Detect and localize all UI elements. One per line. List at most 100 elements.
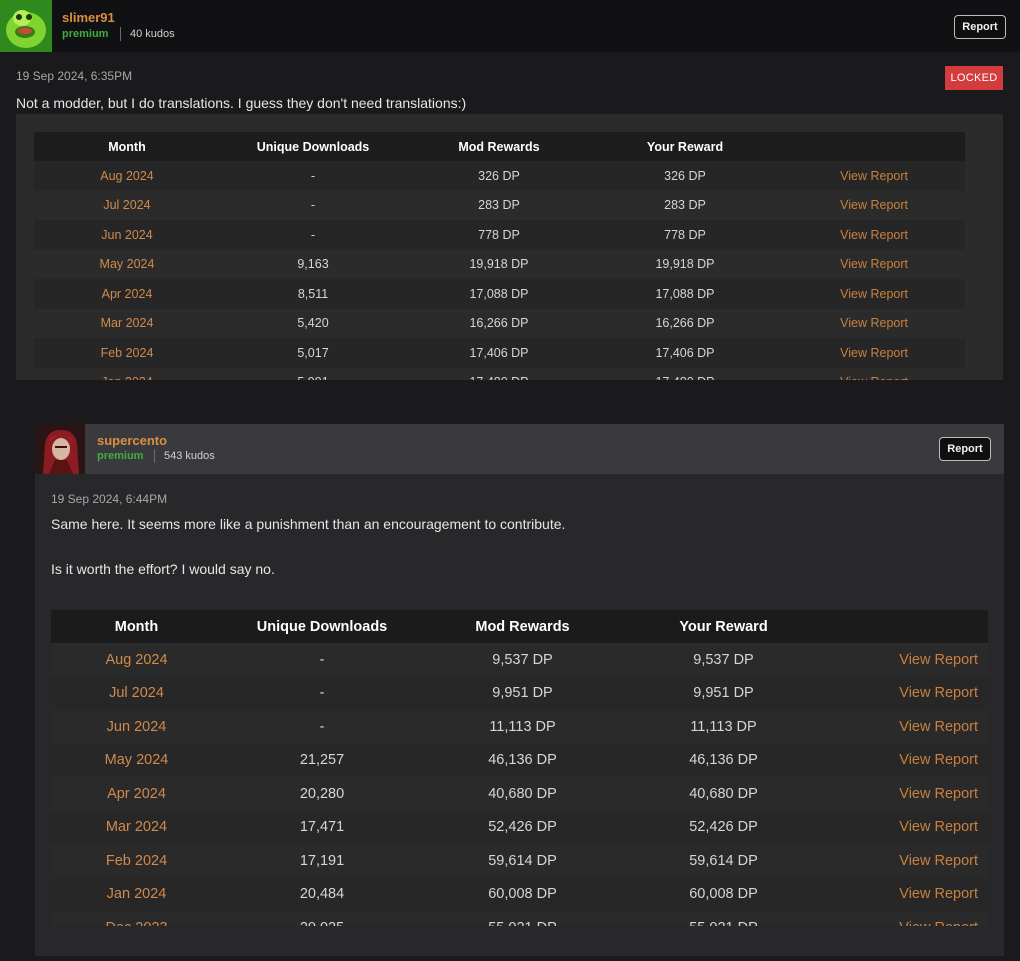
month-cell: Apr 2024 <box>107 785 166 802</box>
post-date: 19 Sep 2024, 6:35PM <box>16 69 133 83</box>
table-cell: 17,191 <box>299 852 345 869</box>
table-row: Apr 2024 20,280 40,680 DP 40,680 DP View Rep… <box>51 777 988 811</box>
post-text: Is it worth the effort? I would say no. <box>51 561 275 577</box>
column-header: Month <box>108 139 146 154</box>
table-cell: 326 DP <box>664 168 706 183</box>
table-row: May 2024 9,163 19,918 DP 19,918 DP View Repo… <box>34 250 965 280</box>
table-cell: 5,017 <box>297 345 329 360</box>
view-report-link[interactable]: View Report <box>778 161 965 191</box>
avatar[interactable] <box>0 0 52 52</box>
table-row: Feb 2024 17,191 59,614 DP 59,614 DP View Rep… <box>51 844 988 878</box>
table-cell: 283 DP <box>664 198 706 213</box>
view-report-link[interactable]: View Report <box>778 191 965 221</box>
table-row: Feb 2024 5,017 17,406 DP 17,406 DP View Repo… <box>34 338 965 368</box>
table-cell: - <box>319 651 325 668</box>
table-cell: 59,614 DP <box>689 852 758 869</box>
divider <box>154 449 155 463</box>
month-cell: Aug 2024 <box>105 651 168 668</box>
table-cell: 55,021 DP <box>623 911 824 926</box>
report-button[interactable]: Report <box>939 437 991 461</box>
view-report-link[interactable]: View Report <box>778 338 965 368</box>
table-cell: 17,471 <box>299 819 345 836</box>
table-cell: 60,008 DP <box>689 886 758 903</box>
premium-badge: premium <box>97 450 144 462</box>
month-cell: Jul 2024 <box>109 685 164 702</box>
view-report-link[interactable]: View Report <box>824 710 988 744</box>
column-header: Mod Rewards <box>475 618 570 635</box>
username[interactable]: supercento <box>97 433 167 448</box>
table-cell: 16,266 DP <box>469 316 529 331</box>
table-cell: 9,537 DP <box>693 651 754 668</box>
table-cell: 5,420 <box>297 316 329 331</box>
view-report-link[interactable]: View Report <box>824 744 988 778</box>
table-cell: 55,021 DP <box>422 911 623 926</box>
table-cell: 60,008 DP <box>488 886 557 903</box>
month-cell: Mar 2024 <box>100 316 154 331</box>
table-cell: - <box>319 718 325 735</box>
table-cell: - <box>319 685 325 702</box>
locked-badge: LOCKED <box>945 66 1003 90</box>
rewards-table: Month Unique Downloads Mod Rewards Your … <box>51 610 988 926</box>
avatar[interactable] <box>35 424 85 474</box>
table-cell: 5,991 <box>220 368 406 380</box>
month-cell: Jun 2024 <box>101 227 153 242</box>
table-cell: 21,257 <box>299 752 345 769</box>
table-cell: 19,918 DP <box>655 257 715 272</box>
table-row: Dec 202320,02555,021 DP55,021 DPView Rep… <box>51 911 988 926</box>
post-text: Not a modder, but I do translations. I g… <box>16 95 467 111</box>
table-row: Apr 2024 8,511 17,088 DP 17,088 DP View Repo… <box>34 279 965 309</box>
table-cell: 17,088 DP <box>655 286 715 301</box>
table-row: Mar 2024 17,471 52,426 DP 52,426 DP View Rep… <box>51 811 988 845</box>
table-cell: 40,680 DP <box>689 785 758 802</box>
table-cell: 17,480 DP <box>592 368 778 380</box>
post-header: slimer91 premium 40 kudos Report <box>0 0 1020 52</box>
view-report-link[interactable]: View Report <box>778 220 965 250</box>
table-row: Aug 2024 - 9,537 DP 9,537 DP View Report <box>51 643 988 677</box>
month-cell: Aug 2024 <box>100 168 154 183</box>
month-cell: Feb 2024 <box>100 345 154 360</box>
column-header <box>824 610 988 643</box>
table-cell: 17,406 DP <box>655 345 715 360</box>
table-cell: - <box>310 198 316 213</box>
table-header-row: Month Unique Downloads Mod Rewards Your … <box>34 132 965 161</box>
column-header: Your Reward <box>646 139 724 154</box>
month-cell: Jan 2024 <box>34 368 220 380</box>
view-report-link[interactable]: View Report <box>824 911 988 926</box>
view-report-link[interactable]: View Report <box>824 777 988 811</box>
month-cell: May 2024 <box>99 257 155 272</box>
table-cell: 19,918 DP <box>469 257 529 272</box>
table-cell: 52,426 DP <box>689 819 758 836</box>
table-cell: 17,480 DP <box>406 368 592 380</box>
table-row: Jul 2024 - 283 DP 283 DP View Report <box>34 191 965 221</box>
view-report-link[interactable]: View Report <box>778 279 965 309</box>
table-cell: 17,406 DP <box>469 345 529 360</box>
view-report-link[interactable]: View Report <box>824 677 988 711</box>
column-header: Your Reward <box>679 618 768 635</box>
view-report-link[interactable]: View Report <box>778 309 965 339</box>
column-header: Unique Downloads <box>256 618 388 635</box>
table-cell: 283 DP <box>478 198 520 213</box>
kudos-count: 543 kudos <box>164 450 215 462</box>
view-report-link[interactable]: View Report <box>824 878 988 912</box>
view-report-link[interactable]: View Report <box>824 844 988 878</box>
table-cell: 11,113 DP <box>489 718 556 735</box>
view-report-link[interactable]: View Report <box>778 368 965 380</box>
table-cell: 59,614 DP <box>488 852 557 869</box>
table-cell: 778 DP <box>478 227 520 242</box>
view-report-link[interactable]: View Report <box>824 643 988 677</box>
table-cell: 46,136 DP <box>488 752 557 769</box>
embedded-screenshot: Month Unique Downloads Mod Rewards Your … <box>51 610 988 926</box>
kudos-count: 40 kudos <box>130 28 175 40</box>
table-cell: 9,951 DP <box>693 685 754 702</box>
report-button[interactable]: Report <box>954 15 1006 39</box>
view-report-link[interactable]: View Report <box>824 811 988 845</box>
table-cell: 9,163 <box>297 257 329 272</box>
table-cell: - <box>310 227 316 242</box>
table-header-row: Month Unique Downloads Mod Rewards Your … <box>51 610 988 643</box>
month-cell: Jun 2024 <box>106 718 167 735</box>
table-cell: 8,511 <box>297 286 329 301</box>
view-report-link[interactable]: View Report <box>778 250 965 280</box>
table-row: Jun 2024 - 778 DP 778 DP View Report <box>34 220 965 250</box>
month-cell: Jul 2024 <box>103 198 151 213</box>
username[interactable]: slimer91 <box>62 10 115 25</box>
